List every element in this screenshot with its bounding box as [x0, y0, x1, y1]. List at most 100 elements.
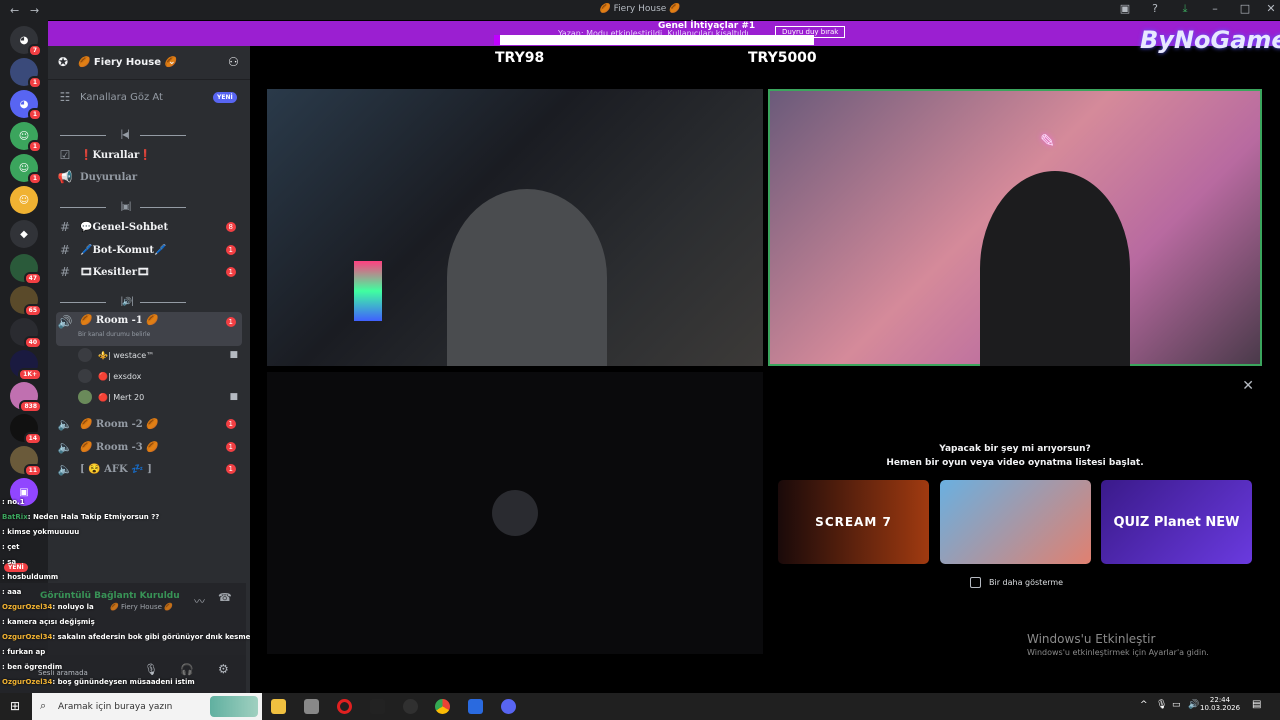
channel-label: 🏉 Room -1 🏉	[80, 315, 159, 326]
channel-status[interactable]: Bir kanal durumu belirle	[78, 331, 150, 338]
channel-rules[interactable]: ☑ ❗Kurallar❗	[56, 145, 242, 165]
friend-icon[interactable]: ☺ 1	[10, 154, 42, 185]
direct-messages-icon[interactable]: ◕ 7	[10, 26, 42, 57]
server-icon[interactable]: 1K+	[10, 350, 42, 381]
opera-icon[interactable]	[337, 699, 352, 714]
discord-taskbar-icon[interactable]	[501, 699, 516, 714]
new-badge: YENİ	[213, 92, 237, 103]
video-tile-speaking[interactable]: ✎	[768, 89, 1262, 366]
dont-show-checkbox[interactable]	[970, 577, 981, 588]
hashtag-icon: #	[59, 243, 71, 257]
guild-badge: 40	[23, 336, 42, 349]
help-icon[interactable]: ?	[1146, 2, 1164, 15]
chat-line: : hosbuldumm	[2, 573, 59, 581]
voice-channel-room-3[interactable]: 🔈 🏉 Room -3 🏉 1	[56, 437, 242, 457]
explore-icon[interactable]: ◆	[10, 220, 38, 248]
chat-line: OzgurOzel34: boş günündeysen müsaadeni i…	[2, 678, 195, 686]
activity-heading: Yapacak bir şey mi arıyorsun?	[939, 444, 1091, 454]
activation-watermark-sub: Windows'u etkinleştirmek için Ayarlar'a …	[1027, 648, 1209, 657]
server-icon[interactable]: 40	[10, 318, 42, 349]
search-placeholder: Aramak için buraya yazın	[58, 702, 173, 712]
server-icon[interactable]: 1	[10, 58, 42, 89]
video-tile-streamer[interactable]	[267, 89, 763, 366]
server-icon[interactable]: 47	[10, 254, 42, 285]
title-bar: ← → 🏉 Fiery House 🏉 ▣ ? ⤓ – □ ✕	[0, 0, 1280, 20]
activity-subheading: Hemen bir oyun veya video oynatma listes…	[886, 458, 1144, 468]
chevron-down-icon: ⌄	[168, 57, 176, 67]
bynogame-logo: ByNoGame	[1140, 26, 1280, 54]
close-icon[interactable]: ✕	[1242, 378, 1254, 394]
category-divider: ▕◀▏	[58, 130, 198, 140]
start-icon[interactable]: ⊞	[10, 699, 20, 713]
add-member-icon[interactable]: ⚇	[228, 55, 239, 69]
friend-icon[interactable]: ☺ 1	[10, 122, 42, 153]
hashtag-icon: #	[59, 220, 71, 234]
app-icon[interactable]	[370, 699, 385, 714]
friend-icon[interactable]: ☺	[10, 186, 38, 214]
avatar	[492, 490, 538, 536]
file-explorer-icon[interactable]	[271, 699, 286, 714]
channel-label: 🖊️Bot-Komut🖊️	[80, 244, 167, 256]
channel-clips[interactable]: # 🎞Kesitler🎞 1	[56, 262, 242, 282]
chat-line: : ben ögrendim	[2, 663, 63, 671]
app-icon[interactable]	[468, 699, 483, 714]
chat-line: : aaa	[2, 588, 22, 596]
channel-label: [ 😵 AFK 💤 ]	[80, 463, 152, 475]
server-name: 🏉 Fiery House 🏉	[78, 57, 177, 68]
discord-server-icon[interactable]: ◕ 1	[10, 90, 42, 121]
voice-member[interactable]: 🔴| Mert 20 ■	[76, 387, 242, 407]
mention-count: 8	[225, 222, 236, 232]
mention-count: 1	[225, 419, 236, 429]
chat-line: : no.1	[2, 498, 25, 506]
avatar	[78, 369, 92, 383]
activity-card-quiz-planet[interactable]: QUIZ Planet NEW	[1101, 480, 1252, 564]
voice-channel-room-1[interactable]: 🔊 🏉 Room -1 🏉 1	[56, 312, 242, 346]
close-icon[interactable]: ✕	[1262, 2, 1280, 15]
taskbar-clock[interactable]: 22:44 10.03.2026	[1200, 696, 1240, 712]
server-icon[interactable]: 14	[10, 414, 42, 445]
voice-member[interactable]: 🔴| exsdox	[76, 366, 242, 386]
inbox-icon[interactable]: ▣	[1116, 2, 1134, 15]
voice-channel-afk[interactable]: 🔈 [ 😵 AFK 💤 ] 1	[56, 459, 242, 479]
chat-line: : kamera açısı değişmiş	[2, 618, 95, 626]
chrome-icon[interactable]	[435, 699, 450, 714]
download-icon[interactable]: ⤓	[1176, 2, 1194, 16]
voice-channel-room-2[interactable]: 🔈 🏉 Room -2 🏉 1	[56, 414, 242, 434]
speaker-icon: 🔊	[57, 315, 73, 329]
server-header[interactable]: ✪ 🏉 Fiery House 🏉 ⌄ ⚇	[48, 46, 250, 80]
app-icon[interactable]	[304, 699, 319, 714]
channel-label: Duyurular	[80, 171, 138, 183]
taskbar-search[interactable]: ⌕ Aramak için buraya yazın	[32, 693, 262, 720]
server-icon[interactable]: 838	[10, 382, 42, 413]
channel-label: 💬Genel-Sohbet	[80, 221, 169, 233]
activity-card-scream[interactable]: SCREAM 7	[778, 480, 929, 564]
activity-card-card-game[interactable]	[940, 480, 1091, 564]
speaker-icon: 🔈	[57, 417, 73, 431]
voice-member[interactable]: ⚜️| westace™ ■	[76, 345, 242, 365]
network-icon[interactable]: ▭	[1172, 700, 1181, 710]
clock-time: 22:44	[1209, 696, 1231, 704]
channel-announcements[interactable]: 📢 Duyurular	[56, 167, 242, 187]
tray-chevron-icon[interactable]: ^	[1140, 700, 1148, 710]
server-icon[interactable]: 65	[10, 286, 42, 317]
neon-sign: ✎	[1040, 131, 1056, 152]
volume-icon[interactable]: 🔊	[1188, 700, 1199, 710]
video-tile-empty[interactable]	[267, 372, 763, 654]
chat-line: BatRix: Neden Hala Takip Etmiyorsun ??	[2, 513, 160, 521]
guild-badge: 1	[27, 172, 42, 185]
app-icon[interactable]	[403, 699, 418, 714]
server-boost-icon: ✪	[58, 55, 69, 69]
window-title: 🏉 Fiery House 🏉	[599, 4, 681, 14]
minimize-icon[interactable]: –	[1206, 2, 1224, 15]
server-icon[interactable]: 11	[10, 446, 42, 477]
channel-bot-commands[interactable]: # 🖊️Bot-Komut🖊️ 1	[56, 240, 242, 260]
rgb-light	[354, 261, 382, 321]
maximize-icon[interactable]: □	[1236, 2, 1254, 15]
notifications-icon[interactable]: ▤	[1252, 699, 1261, 710]
channel-general-chat[interactable]: # 💬Genel-Sohbet 8	[56, 217, 242, 237]
rules-icon: ☑	[59, 148, 71, 162]
microphone-tray-icon[interactable]: 🎙	[1156, 700, 1167, 710]
video-icon: ■	[229, 392, 238, 402]
guild-badge: 1	[27, 76, 42, 89]
chat-line: OzgurOzel34: sakalın afedersin bok gibi …	[2, 633, 270, 641]
